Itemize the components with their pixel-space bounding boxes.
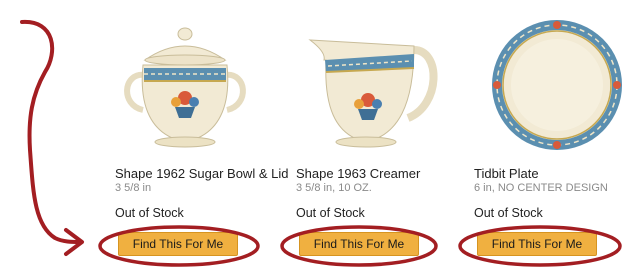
product-name[interactable]: Shape 1962 Sugar Bowl & Lid xyxy=(115,166,288,181)
creamer-image[interactable] xyxy=(296,10,446,160)
plate-image[interactable] xyxy=(482,10,632,160)
find-this-for-me-button[interactable]: Find This For Me xyxy=(477,232,597,256)
stock-status: Out of Stock xyxy=(296,206,365,220)
stock-status: Out of Stock xyxy=(115,206,184,220)
product-name[interactable]: Shape 1963 Creamer xyxy=(296,166,420,181)
product-name[interactable]: Tidbit Plate xyxy=(474,166,539,181)
sugar-bowl-image[interactable] xyxy=(115,10,265,160)
stock-status: Out of Stock xyxy=(474,206,543,220)
product-spec: 6 in, NO CENTER DESIGN xyxy=(474,182,608,194)
product-spec: 3 5/8 in xyxy=(115,182,152,194)
find-this-for-me-button[interactable]: Find This For Me xyxy=(118,232,238,256)
product-spec: 3 5/8 in, 10 OZ. xyxy=(296,182,372,194)
find-this-for-me-button[interactable]: Find This For Me xyxy=(299,232,419,256)
